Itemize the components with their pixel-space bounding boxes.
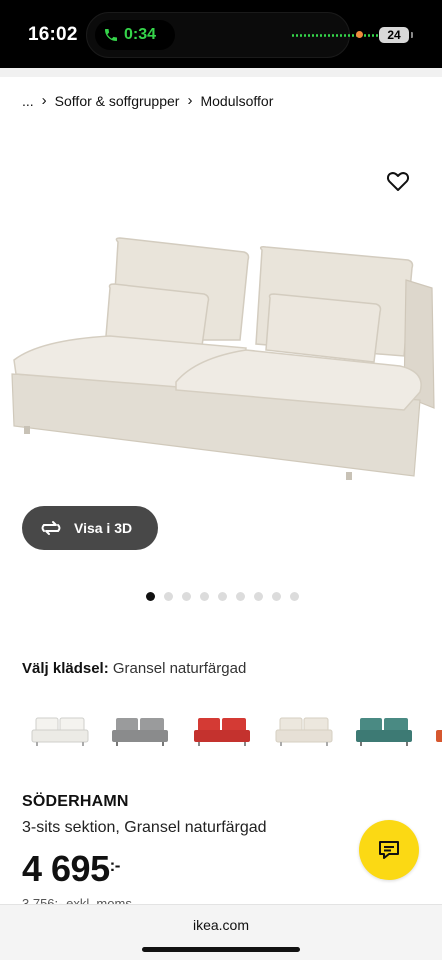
breadcrumb: ... › Soffor & soffgrupper › Modulsoffor [22, 92, 273, 109]
dynamic-island[interactable]: 0:34 [86, 12, 378, 58]
swatch-red[interactable] [190, 712, 256, 752]
upholstery-value: Gransel naturfärgad [112, 660, 247, 677]
phone-icon [105, 29, 117, 41]
status-bar: 16:02 0:34 24 [0, 0, 442, 68]
price-value: 4 695 [22, 848, 110, 889]
swatch-orange[interactable] [430, 712, 442, 752]
breadcrumb-item-modular-sofas[interactable]: Modulsoffor [200, 93, 273, 109]
call-duration: 0:34 [124, 26, 157, 43]
call-indicator[interactable]: 0:34 [95, 20, 175, 50]
gallery-dot[interactable] [200, 592, 209, 601]
rotate-3d-icon [41, 521, 61, 535]
swatch-white[interactable] [28, 712, 94, 752]
audio-waveform-icon [292, 34, 378, 37]
gallery-dot[interactable] [290, 592, 299, 601]
product-name: SÖDERHAMN [22, 793, 129, 810]
view-in-3d-label: Visa i 3D [74, 520, 133, 536]
upholstery-swatches [0, 712, 442, 758]
gallery-dot[interactable] [146, 592, 155, 601]
breadcrumb-item-sofas[interactable]: Soffor & soffgrupper [55, 93, 180, 109]
chat-icon [379, 841, 399, 859]
clock: 16:02 [28, 24, 78, 45]
price-suffix: :- [109, 856, 121, 875]
upholstery-selector: Välj klädsel: Gransel naturfärgad [22, 660, 246, 677]
header-divider [0, 68, 442, 77]
home-indicator[interactable] [142, 947, 300, 952]
gallery-dot[interactable] [182, 592, 191, 601]
browser-address-bar[interactable]: ikea.com [0, 904, 442, 960]
product-description: 3-sits sektion, Gransel naturfärgad [22, 819, 267, 836]
chevron-right-icon: › [41, 92, 47, 109]
breadcrumb-ellipsis[interactable]: ... [22, 93, 34, 109]
product-image[interactable] [0, 160, 442, 500]
swatch-natural[interactable] [272, 712, 338, 752]
gallery-dot[interactable] [254, 592, 263, 601]
heart-icon[interactable] [386, 170, 410, 192]
gallery-dot[interactable] [164, 592, 173, 601]
mic-in-use-indicator [356, 31, 363, 38]
upholstery-label: Välj klädsel: [22, 660, 109, 677]
battery-icon: 24 [379, 27, 413, 43]
gallery-dot[interactable] [272, 592, 281, 601]
gallery-pagination [146, 592, 299, 601]
gallery-dot[interactable] [236, 592, 245, 601]
gallery-dot[interactable] [218, 592, 227, 601]
url-text[interactable]: ikea.com [0, 917, 442, 933]
swatch-turquoise[interactable] [352, 712, 418, 752]
chevron-right-icon: › [187, 92, 193, 109]
swatch-grey[interactable] [108, 712, 174, 752]
chat-button[interactable] [359, 820, 419, 880]
product-price: 4 695:- [22, 848, 120, 890]
view-in-3d-button[interactable]: Visa i 3D [22, 506, 158, 550]
